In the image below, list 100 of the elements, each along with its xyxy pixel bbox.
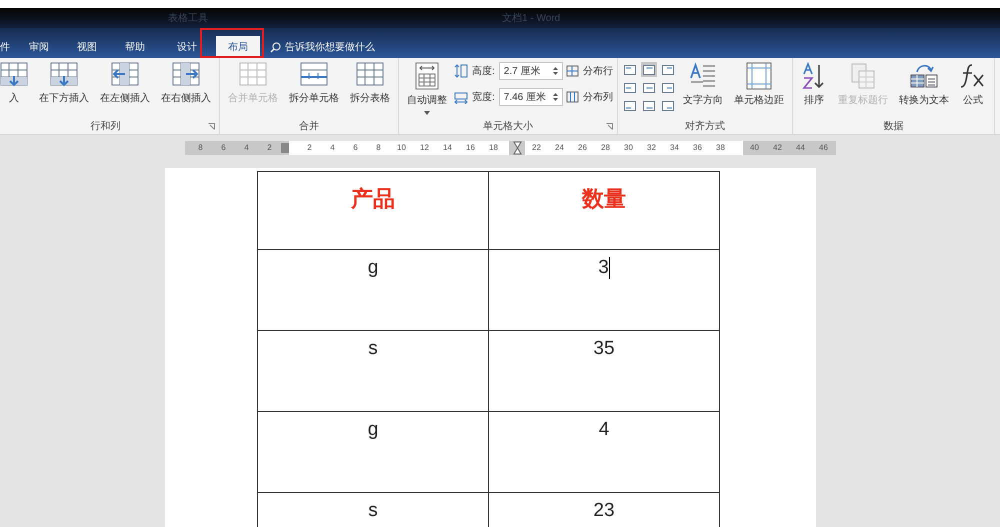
alignment-icon bbox=[642, 100, 655, 110]
header-cell: 数量 bbox=[488, 172, 720, 250]
ribbon-button[interactable]: 入 bbox=[0, 58, 32, 118]
ruler-number: 6 bbox=[352, 142, 359, 154]
table-cell: s bbox=[258, 492, 488, 527]
align-button[interactable] bbox=[640, 62, 657, 77]
ruler-number: 44 bbox=[795, 142, 806, 154]
alignment-icon bbox=[662, 100, 674, 110]
header-cell: 产品 bbox=[258, 172, 488, 250]
group-label: 数据 bbox=[883, 120, 904, 134]
distribute-button[interactable]: 分布列 bbox=[566, 88, 613, 106]
ruler-number: 38 bbox=[715, 142, 726, 154]
spin-label: 高度: bbox=[472, 64, 495, 78]
distribute-columns-icon bbox=[566, 91, 579, 103]
row-height-icon bbox=[454, 64, 468, 78]
ribbon-button[interactable]: 拆分表格 bbox=[346, 58, 394, 118]
group-label: 行和列 bbox=[90, 120, 120, 134]
ribbon-tab[interactable]: 设计 bbox=[168, 36, 206, 58]
ruler-number: 2 bbox=[266, 142, 273, 154]
group-label: 单元格大小 bbox=[482, 120, 533, 134]
column-marker-icon[interactable] bbox=[512, 141, 522, 155]
alignment-icon bbox=[642, 64, 655, 74]
ribbon-button[interactable]: 自动调整 bbox=[403, 58, 451, 118]
autofit-icon bbox=[414, 62, 440, 90]
ribbon-button[interactable]: 转换为文本 bbox=[894, 58, 953, 118]
ribbon-button[interactable]: 单元格边距 bbox=[730, 58, 788, 118]
margin-marker-icon[interactable] bbox=[281, 143, 289, 153]
dialog-launcher-icon[interactable] bbox=[208, 123, 215, 130]
ribbon-button[interactable]: 文字方向 bbox=[678, 58, 727, 118]
table-grid-icon bbox=[356, 62, 384, 88]
ruler-number: 24 bbox=[554, 142, 565, 154]
alignment-icon bbox=[662, 82, 674, 92]
align-button[interactable] bbox=[640, 80, 657, 95]
group-label: 合并 bbox=[299, 120, 319, 134]
ruler-number: 18 bbox=[488, 142, 499, 154]
tell-me-field[interactable]: 告诉我你想要做什么 bbox=[285, 40, 375, 54]
ruler-number: 16 bbox=[465, 142, 476, 154]
ruler-number: 12 bbox=[419, 142, 430, 154]
insert-below-icon bbox=[50, 62, 78, 88]
ruler-number: 28 bbox=[600, 142, 611, 154]
alignment-icon bbox=[624, 64, 636, 74]
column-width-icon bbox=[454, 90, 468, 104]
ruler-number: 30 bbox=[623, 142, 634, 154]
ruler-number: 22 bbox=[531, 142, 542, 154]
ribbon-button[interactable]: 在左侧插入 bbox=[96, 58, 154, 118]
spin-field[interactable]: 7.46 厘米 bbox=[498, 88, 563, 106]
align-button[interactable] bbox=[660, 80, 676, 95]
ruler-number: 36 bbox=[692, 142, 703, 154]
ruler-number: 10 bbox=[396, 142, 407, 154]
alignment-icon bbox=[624, 100, 636, 110]
align-button[interactable] bbox=[640, 98, 657, 113]
spinner-arrows-icon bbox=[552, 92, 558, 102]
table-cell: 35 bbox=[488, 330, 720, 412]
ruler-number: 40 bbox=[749, 142, 760, 154]
align-button[interactable] bbox=[622, 62, 638, 77]
ribbon-tab[interactable]: 布局 bbox=[216, 36, 260, 58]
function-icon bbox=[960, 62, 986, 90]
table-grid-icon bbox=[239, 62, 267, 88]
dialog-launcher-icon[interactable] bbox=[606, 123, 613, 130]
align-button[interactable] bbox=[622, 80, 638, 95]
ribbon-button[interactable]: 在右侧插入 bbox=[157, 58, 215, 118]
ruler-number: 26 bbox=[577, 142, 588, 154]
alignment-icon bbox=[642, 82, 655, 92]
distribute-button[interactable]: 分布行 bbox=[566, 62, 613, 80]
window-title: 文档1 - Word bbox=[502, 12, 560, 26]
spinner-arrows-icon bbox=[552, 66, 558, 76]
repeat-header-icon bbox=[850, 62, 876, 90]
ruler-number: 2 bbox=[306, 142, 313, 154]
ruler-number: 8 bbox=[197, 142, 204, 154]
convert-to-text-icon bbox=[908, 62, 939, 90]
search-icon bbox=[270, 42, 281, 52]
ribbon-button[interactable]: 排序 bbox=[796, 58, 831, 118]
ribbon-tab[interactable]: 件 bbox=[0, 36, 10, 58]
align-button[interactable] bbox=[660, 98, 676, 113]
table-cell: g bbox=[258, 250, 488, 330]
align-button[interactable] bbox=[622, 98, 638, 113]
ribbon-tab[interactable]: 视图 bbox=[68, 36, 106, 58]
ruler-number: 42 bbox=[772, 142, 783, 154]
ribbon-button[interactable]: 公式 bbox=[956, 58, 990, 118]
align-button[interactable] bbox=[660, 62, 676, 77]
ruler-number: 8 bbox=[375, 142, 382, 154]
spin-field[interactable]: 2.7 厘米 bbox=[498, 62, 563, 80]
ruler-number: 32 bbox=[646, 142, 657, 154]
distribute-rows-icon bbox=[566, 65, 579, 77]
insert-left-icon bbox=[111, 62, 139, 88]
table-cell: g bbox=[258, 412, 488, 492]
ruler-number: 4 bbox=[243, 142, 250, 154]
ribbon-tab[interactable]: 审阅 bbox=[20, 36, 58, 58]
ribbon-tab[interactable]: 帮助 bbox=[116, 36, 154, 58]
ruler-number: 14 bbox=[442, 142, 453, 154]
ribbon-button[interactable]: 在下方插入 bbox=[35, 58, 93, 118]
table-cell: 4 bbox=[488, 412, 720, 492]
spin-label: 宽度: bbox=[472, 90, 495, 104]
insert-right-icon bbox=[172, 62, 200, 88]
ribbon-button[interactable]: 拆分单元格 bbox=[285, 58, 343, 118]
split-cells-icon bbox=[300, 62, 328, 88]
cell-margins-icon bbox=[746, 62, 772, 90]
ruler-number: 4 bbox=[329, 142, 336, 154]
ruler-number: 6 bbox=[220, 142, 227, 154]
ruler-number: 34 bbox=[669, 142, 680, 154]
